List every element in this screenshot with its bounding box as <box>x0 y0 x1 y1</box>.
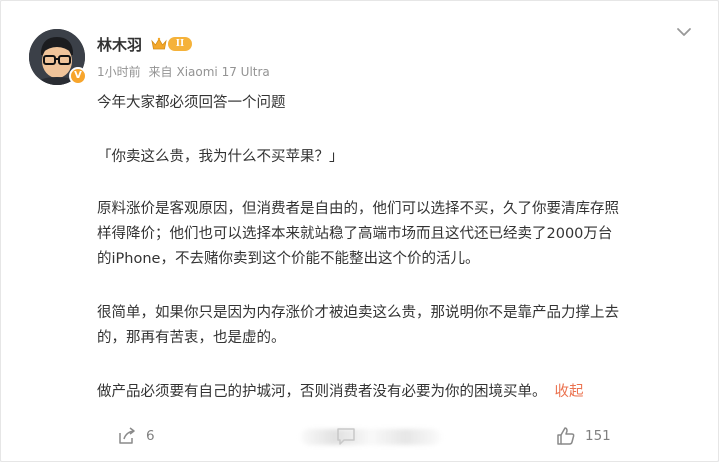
like-count: 151 <box>585 428 611 444</box>
weibo-post-card: V 林木羽 II 1小时前 来自 Xiaomi 17 Ultra 今年大家都必须回… <box>0 0 719 462</box>
comment-button[interactable] <box>336 423 365 449</box>
post-paragraph: 的iPhone，不去赌你卖到这个价能不能整出这个价的活儿。 <box>97 251 480 267</box>
source-prefix: 来自 <box>148 65 173 79</box>
comment-icon <box>337 428 355 445</box>
repost-count: 6 <box>146 428 155 444</box>
post-paragraph: 「你卖这么贵，我为什么不买苹果？」 <box>97 149 344 165</box>
post-source[interactable]: Xiaomi 17 Ultra <box>176 65 269 79</box>
verified-badge-icon: V <box>69 67 87 85</box>
post-paragraph: 的，那再有苦衷，也是虚的。 <box>97 330 286 346</box>
share-icon <box>119 427 135 444</box>
thumbs-up-icon <box>557 427 575 445</box>
post-paragraph: 今年大家都必须回答一个问题 <box>97 95 286 111</box>
crown-icon <box>151 37 167 50</box>
action-bar: 6 151 <box>1 423 719 449</box>
chevron-down-icon[interactable] <box>676 26 692 38</box>
post-paragraph-last: 做产品必须要有自己的护城河，否则消费者没有必要为你的困境买单。 收起 <box>97 381 697 403</box>
like-button[interactable]: 151 <box>556 423 611 449</box>
collapse-link[interactable]: 收起 <box>555 384 584 400</box>
post-time[interactable]: 1小时前 <box>97 65 141 79</box>
post-paragraph: 做产品必须要有自己的护城河，否则消费者没有必要为你的困境买单。 <box>97 384 547 400</box>
post-meta: 1小时前 来自 Xiaomi 17 Ultra <box>97 63 274 80</box>
level-badge: II <box>168 37 192 51</box>
repost-button[interactable]: 6 <box>117 423 155 449</box>
author-name[interactable]: 林木羽 <box>97 34 142 55</box>
post-paragraph: 原料涨价是客观原因，但消费者是自由的，他们可以选择不买，久了你要清库存照 <box>97 201 619 217</box>
post-paragraph: 很简单，如果你只是因为内存涨价才被迫卖这么贵，那说明你不是靠产品力撑上去 <box>97 305 619 321</box>
post-paragraph: 样得降价；他们也可以选择本来就站稳了高端市场而且这代还已经卖了2000万台 <box>97 226 613 242</box>
